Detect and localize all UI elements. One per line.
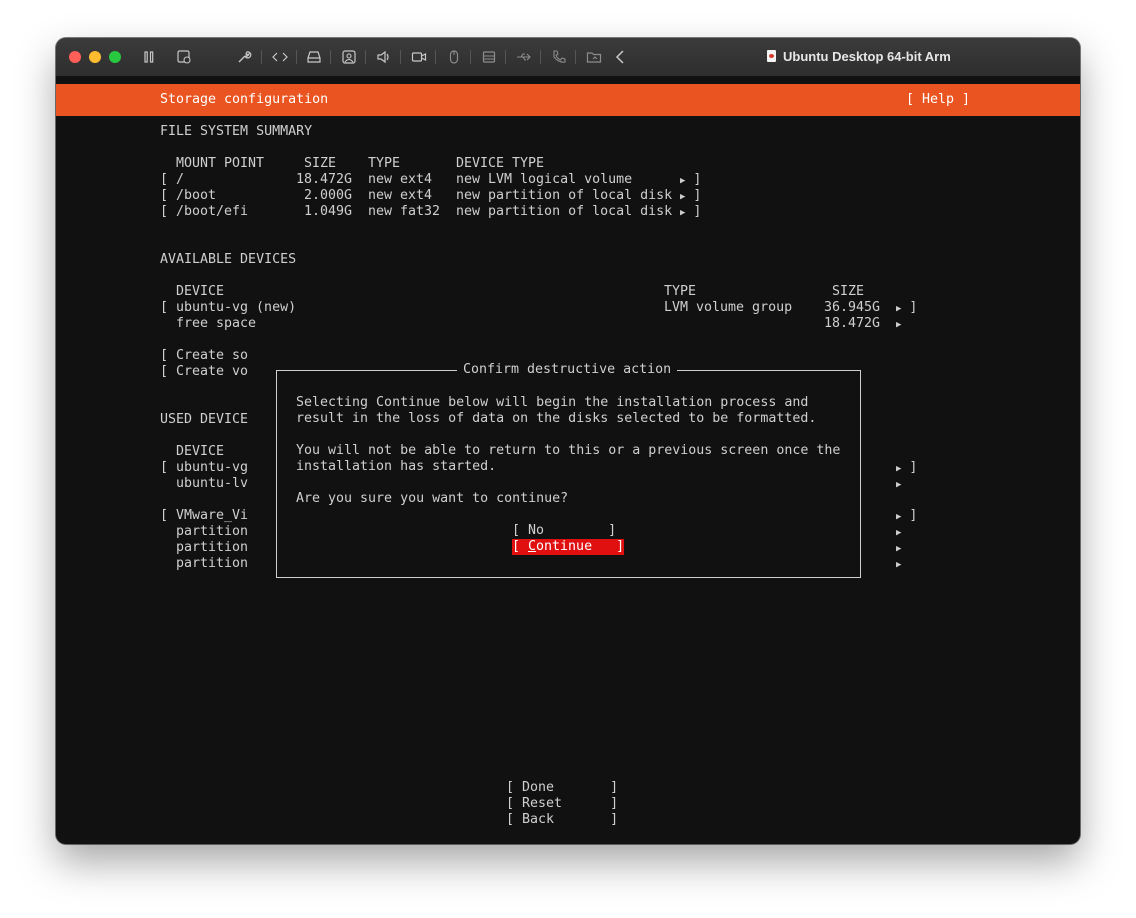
- device-name: free space: [176, 316, 257, 331]
- device-size: 36.945G: [824, 300, 881, 315]
- window-title: Ubuntu Desktop 64-bit Arm: [783, 49, 951, 64]
- help-button[interactable]: [ Help ]: [906, 92, 970, 108]
- triangle-right-icon: ▶: [896, 560, 902, 570]
- phone-icon[interactable]: [550, 48, 568, 66]
- speaker-icon[interactable]: [375, 48, 393, 66]
- device-type: new partition of local disk: [456, 188, 673, 203]
- video-camera-icon[interactable]: [410, 48, 428, 66]
- confirm-dialog: Confirm destructive action Selecting Con…: [276, 362, 861, 578]
- size: 1.049G: [304, 204, 353, 219]
- camera-user-icon[interactable]: [340, 48, 358, 66]
- printer-icon[interactable]: [480, 48, 498, 66]
- col-device: DEVICE: [176, 284, 225, 299]
- triangle-right-icon: ▶: [896, 528, 902, 538]
- col-type: TYPE: [664, 284, 697, 299]
- maximize-window-button[interactable]: [109, 51, 121, 63]
- dialog-text: installation has started.: [296, 459, 497, 474]
- mouse-icon[interactable]: [445, 48, 463, 66]
- fs-type: new ext4: [368, 188, 433, 203]
- installer-screen: Storage configuration [ Help ] FILE SYST…: [56, 77, 1080, 844]
- fs-type: new fat32: [368, 204, 441, 219]
- dialog-question: Are you sure you want to continue?: [296, 491, 569, 506]
- device-name: ubuntu-vg (new): [176, 300, 297, 315]
- usb-icon[interactable]: [515, 48, 533, 66]
- triangle-right-icon: ▶: [896, 480, 902, 490]
- triangle-right-icon: ▶: [680, 208, 686, 218]
- triangle-right-icon: ▶: [680, 192, 686, 202]
- hard-disk-icon[interactable]: [305, 48, 323, 66]
- mount-point: /boot/efi: [176, 204, 249, 219]
- triangle-right-icon: ▶: [896, 464, 902, 474]
- col-device: DEVICE: [176, 444, 225, 459]
- code-arrows-icon[interactable]: [271, 48, 289, 66]
- triangle-right-icon: ▶: [896, 304, 902, 314]
- mount-point: /boot: [176, 188, 217, 203]
- dialog-text: You will not be able to return to this o…: [296, 443, 841, 458]
- page-title: Storage configuration: [160, 92, 329, 107]
- col-size: SIZE: [304, 156, 337, 171]
- triangle-right-icon: ▶: [896, 544, 902, 554]
- document-icon: [767, 50, 776, 62]
- back-button[interactable]: [ Back ]: [506, 812, 618, 828]
- close-window-button[interactable]: [69, 51, 81, 63]
- size: 2.000G: [304, 188, 353, 203]
- done-button[interactable]: [ Done ]: [506, 780, 618, 796]
- minimize-window-button[interactable]: [89, 51, 101, 63]
- size: 18.472G: [296, 172, 353, 187]
- dialog-text: result in the loss of data on the disks …: [296, 411, 817, 426]
- col-device-type: DEVICE TYPE: [456, 156, 545, 171]
- vm-window: Ubuntu Desktop 64-bit Arm Storage config…: [56, 38, 1080, 844]
- no-button[interactable]: [ No ]: [512, 523, 616, 539]
- triangle-right-icon: ▶: [680, 176, 686, 186]
- col-type: TYPE: [368, 156, 401, 171]
- device-type: new partition of local disk: [456, 204, 673, 219]
- triangle-right-icon: ▶: [896, 320, 902, 330]
- fs-type: new ext4: [368, 172, 433, 187]
- continue-button[interactable]: [ Continue ]: [512, 539, 625, 555]
- triangle-right-icon: ▶: [896, 512, 902, 522]
- folder-share-icon[interactable]: [585, 48, 603, 66]
- device-size: 18.472G: [824, 316, 881, 331]
- available-devices-title: AVAILABLE DEVICES: [160, 252, 297, 267]
- mount-point: /: [176, 172, 185, 187]
- dialog-title: Confirm destructive action: [457, 362, 678, 378]
- used-devices-title: USED DEVICE: [160, 412, 249, 427]
- window-titlebar: Ubuntu Desktop 64-bit Arm: [56, 38, 1080, 77]
- dialog-text: Selecting Continue below will begin the …: [296, 395, 809, 410]
- device-type: new LVM logical volume: [456, 172, 633, 187]
- col-mount-point: MOUNT POINT: [176, 156, 265, 171]
- chevron-left-icon[interactable]: [612, 48, 630, 66]
- fs-summary-title: FILE SYSTEM SUMMARY: [160, 124, 313, 139]
- wrench-icon[interactable]: [235, 48, 253, 66]
- device-type: LVM volume group: [664, 300, 793, 315]
- reset-button[interactable]: [ Reset ]: [506, 796, 618, 812]
- pause-icon[interactable]: [140, 48, 158, 66]
- snapshot-icon[interactable]: [175, 48, 193, 66]
- col-size: SIZE: [832, 284, 865, 299]
